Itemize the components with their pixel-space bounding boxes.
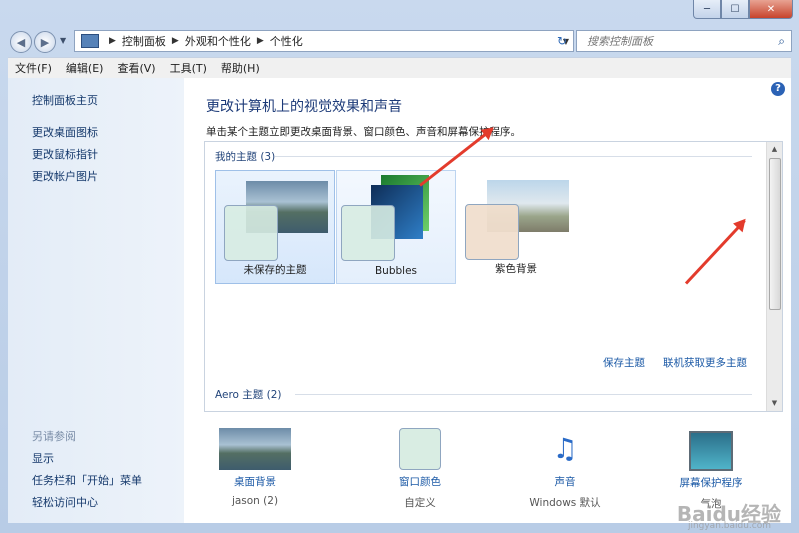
theme-purple-background[interactable]: 紫色背景 xyxy=(457,170,575,282)
control-panel-icon xyxy=(81,34,99,48)
minimize-button[interactable]: ─ xyxy=(693,0,721,19)
back-button[interactable]: ◀ xyxy=(10,31,32,53)
menu-file[interactable]: 文件(F) xyxy=(8,60,59,76)
desktop-background-icon xyxy=(219,428,291,470)
desktop-background-value: jason (2) xyxy=(231,495,279,507)
recent-pages-dropdown[interactable]: ▼ xyxy=(60,36,66,45)
gallery-scrollbar[interactable]: ▲ ▼ xyxy=(766,142,782,411)
refresh-icon[interactable]: ↻ xyxy=(553,32,571,50)
aero-themes-header[interactable]: Aero 主题 (2) xyxy=(215,387,282,402)
breadcrumb-personalization[interactable]: 个性化 xyxy=(270,33,303,49)
close-button[interactable]: ✕ xyxy=(749,0,793,19)
theme-unsaved[interactable]: 未保存的主题 xyxy=(215,170,335,284)
save-theme-link[interactable]: 保存主题 xyxy=(603,355,645,370)
sidebar-link-display[interactable]: 显示 xyxy=(32,450,54,466)
scroll-thumb[interactable] xyxy=(769,158,781,310)
group-divider xyxy=(275,156,752,157)
main-content: ? 更改计算机上的视觉效果和声音 单击某个主题立即更改桌面背景、窗口颜色、声音和… xyxy=(184,78,791,523)
search-icon[interactable]: ⌕ xyxy=(778,34,785,49)
menu-edit[interactable]: 编辑(E) xyxy=(59,60,111,76)
window-color-link[interactable]: 窗口颜色 xyxy=(365,474,475,489)
sidebar-link-home[interactable]: 控制面板主页 xyxy=(32,92,98,108)
breadcrumb-appearance[interactable]: 外观和个性化 xyxy=(185,33,251,49)
watermark-url: jingyan.baidu.com xyxy=(687,521,771,531)
scroll-down-icon[interactable]: ▼ xyxy=(767,396,782,411)
theme-label: 未保存的主题 xyxy=(243,264,307,276)
sounds-value: Windows 默认 xyxy=(529,497,601,509)
window-controls: ─ ☐ ✕ xyxy=(693,0,793,19)
sidebar-link-ease-of-access[interactable]: 轻松访问中心 xyxy=(32,494,98,510)
sidebar-link-taskbar[interactable]: 任务栏和「开始」菜单 xyxy=(32,472,142,488)
scroll-up-icon[interactable]: ▲ xyxy=(767,142,782,157)
page-title: 更改计算机上的视觉效果和声音 xyxy=(206,99,402,115)
theme-label: 紫色背景 xyxy=(495,263,537,275)
page-description: 单击某个主题立即更改桌面背景、窗口颜色、声音和屏幕保护程序。 xyxy=(206,126,521,138)
menu-help[interactable]: 帮助(H) xyxy=(214,60,267,76)
sounds-icon: ♫ xyxy=(552,432,578,465)
sounds-item[interactable]: ♫ 声音 Windows 默认 xyxy=(510,428,620,510)
bubbles-color-swatch xyxy=(341,205,395,261)
breadcrumb-separator-icon[interactable]: ▶ xyxy=(257,36,264,46)
window-color-item[interactable]: 窗口颜色 自定义 xyxy=(365,428,475,510)
sidebar: 控制面板主页 更改桌面图标 更改鼠标指针 更改帐户图片 另请参阅 显示 任务栏和… xyxy=(8,78,184,523)
theme-architecture[interactable] xyxy=(336,410,454,411)
address-bar[interactable]: ▶ 控制面板 ▶ 外观和个性化 ▶ 个性化 ▼ xyxy=(74,30,574,52)
sidebar-link-desktop-icons[interactable]: 更改桌面图标 xyxy=(32,124,98,140)
maximize-button[interactable]: ☐ xyxy=(721,0,749,19)
window-color-icon xyxy=(399,428,441,470)
see-also-heading: 另请参阅 xyxy=(32,430,76,443)
get-more-themes-link[interactable]: 联机获取更多主题 xyxy=(663,355,747,370)
sidebar-link-account-picture[interactable]: 更改帐户图片 xyxy=(32,168,98,184)
sidebar-link-mouse-pointer[interactable]: 更改鼠标指针 xyxy=(32,146,98,162)
menu-view[interactable]: 查看(V) xyxy=(110,60,162,76)
screen-saver-link[interactable]: 屏幕保护程序 xyxy=(656,475,766,490)
breadcrumb-separator-icon[interactable]: ▶ xyxy=(109,36,116,46)
breadcrumb-separator-icon[interactable]: ▶ xyxy=(172,36,179,46)
search-input[interactable] xyxy=(585,33,769,49)
forward-button[interactable]: ▶ xyxy=(34,31,56,53)
menu-tools[interactable]: 工具(T) xyxy=(163,60,214,76)
unsaved-color-swatch xyxy=(224,205,278,261)
window-color-value: 自定义 xyxy=(404,497,436,509)
search-box[interactable]: ⌕ xyxy=(576,30,792,52)
desktop-background-item[interactable]: 桌面背景 jason (2) xyxy=(200,428,310,507)
purple-color-swatch xyxy=(465,204,519,260)
help-icon[interactable]: ? xyxy=(771,82,785,96)
breadcrumb-control-panel[interactable]: 控制面板 xyxy=(122,33,166,49)
theme-windows-7[interactable] xyxy=(215,410,333,411)
desktop-background-link[interactable]: 桌面背景 xyxy=(200,474,310,489)
theme-bubbles[interactable]: Bubbles xyxy=(336,170,456,284)
theme-gallery: 我的主题 (3) 未保存的主题 Bubbles 紫色背景 保存主题 联机获取更多… xyxy=(204,141,783,412)
my-themes-header[interactable]: 我的主题 (3) xyxy=(215,149,275,164)
menu-bar: 文件(F) 编辑(E) 查看(V) 工具(T) 帮助(H) xyxy=(8,57,791,78)
theme-label: Bubbles xyxy=(374,265,418,277)
screen-saver-icon xyxy=(689,431,733,471)
group-divider xyxy=(295,394,752,395)
sounds-link[interactable]: 声音 xyxy=(510,474,620,489)
